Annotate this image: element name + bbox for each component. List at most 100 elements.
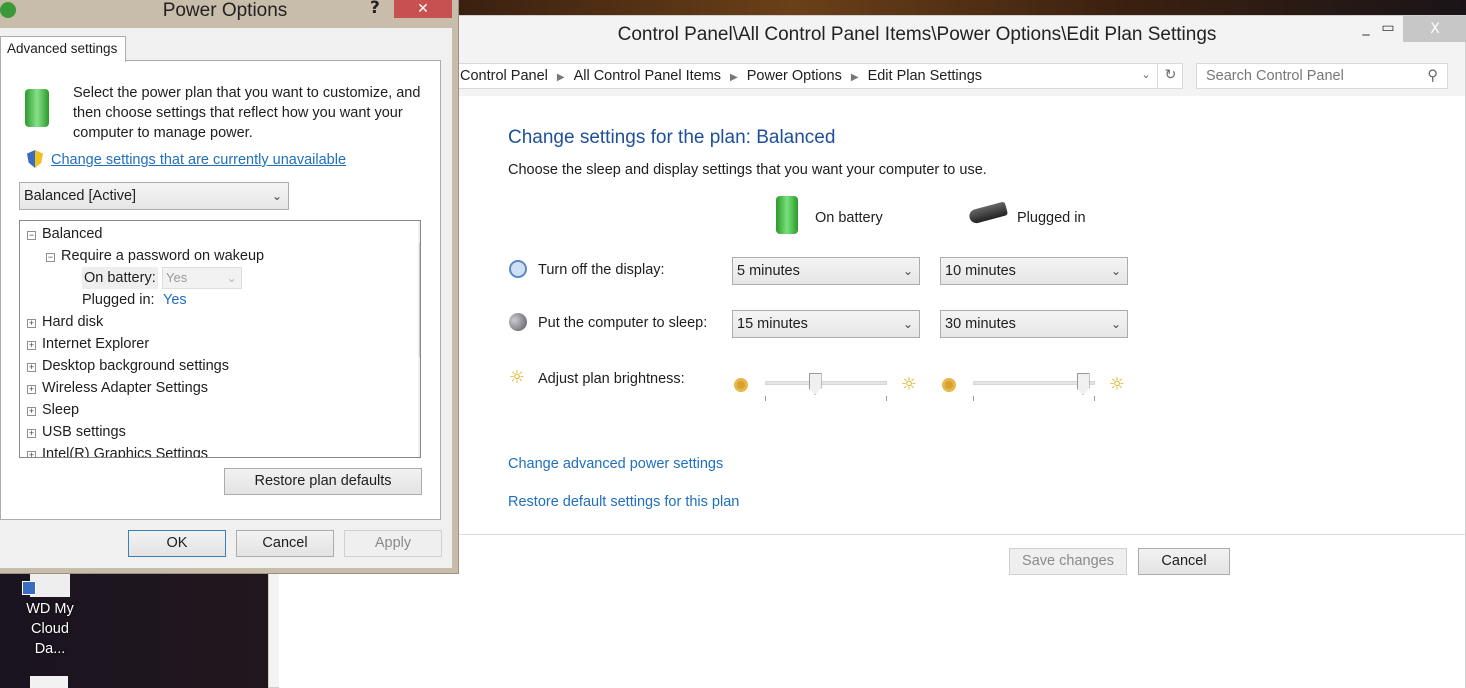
desktop-icon-label: WD My Cloud Da... xyxy=(26,601,74,657)
expand-icon[interactable]: + xyxy=(27,451,36,457)
scroll-up-icon[interactable]: ︿ xyxy=(419,223,420,239)
chevron-down-icon: ⌄ xyxy=(1110,317,1121,331)
selected-value: 30 minutes xyxy=(945,316,1016,332)
expand-icon[interactable]: + xyxy=(27,341,36,350)
file-icon[interactable] xyxy=(30,676,68,688)
ok-button[interactable]: OK xyxy=(128,530,226,557)
slider-tick xyxy=(1094,396,1095,401)
on-battery-select: Yes ⌄ xyxy=(162,267,242,289)
bright-brightness-icon: ☼ xyxy=(1108,374,1126,395)
sleep-label: Put the computer to sleep: xyxy=(538,315,708,331)
expand-icon[interactable]: + xyxy=(27,363,36,372)
tree-node-balanced[interactable]: − Balanced xyxy=(27,223,102,245)
collapse-icon[interactable]: − xyxy=(46,253,55,262)
apply-button[interactable]: Apply xyxy=(344,530,442,557)
cancel-button[interactable]: Cancel xyxy=(236,530,334,557)
chevron-down-icon: ⌄ xyxy=(902,264,913,278)
chevron-down-icon: ⌄ xyxy=(902,317,913,331)
selected-value: 10 minutes xyxy=(945,263,1016,279)
tree-node-password[interactable]: − Require a password on wakeup xyxy=(46,245,264,267)
help-button[interactable]: ? xyxy=(370,0,380,18)
tree-node[interactable]: + Desktop background settings xyxy=(27,355,229,377)
search-placeholder: Search Control Panel xyxy=(1206,68,1344,84)
slider-thumb[interactable] xyxy=(808,373,822,395)
slider-track xyxy=(765,381,887,385)
tree-label: Internet Explorer xyxy=(42,336,150,352)
column-header-battery: On battery xyxy=(815,210,883,226)
save-changes-button[interactable]: Save changes xyxy=(1009,548,1127,575)
collapse-icon[interactable]: − xyxy=(27,231,36,240)
chevron-right-icon: ▶ xyxy=(556,72,565,83)
search-icon[interactable]: ⚲ xyxy=(1427,64,1438,88)
brightness-battery-slider[interactable] xyxy=(765,373,887,406)
restore-plan-defaults-button[interactable]: Restore plan defaults xyxy=(224,468,422,495)
plugged-in-label: Plugged in: xyxy=(82,292,155,308)
expand-icon[interactable]: + xyxy=(27,319,36,328)
chevron-down-icon[interactable]: ⌄ xyxy=(1135,63,1157,89)
sleep-moon-icon xyxy=(509,313,527,331)
tree-label: Sleep xyxy=(42,402,80,418)
scrollbar-thumb[interactable] xyxy=(419,243,420,357)
maximize-button[interactable]: ▭ xyxy=(1373,20,1403,42)
tree-node[interactable]: + Wireless Adapter Settings xyxy=(27,377,208,399)
cancel-button[interactable]: Cancel xyxy=(1138,548,1230,575)
desktop-shortcut[interactable]: WD My Cloud Da... xyxy=(14,573,86,659)
tab-advanced-settings[interactable]: Advanced settings xyxy=(0,36,126,62)
search-input[interactable]: Search Control Panel ⚲ xyxy=(1196,63,1448,89)
brightness-plugged-slider[interactable] xyxy=(973,373,1095,406)
tree-node[interactable]: + Intel(R) Graphics Settings xyxy=(27,443,209,458)
slider-tick xyxy=(886,396,887,401)
tree-node[interactable]: + Sleep xyxy=(27,399,79,421)
chevron-right-icon: ▶ xyxy=(730,72,738,83)
dim-brightness-icon xyxy=(734,378,748,392)
refresh-icon[interactable]: ↻ xyxy=(1157,63,1183,89)
battery-icon xyxy=(776,196,798,234)
tree-node[interactable]: + Internet Explorer xyxy=(27,333,149,355)
slider-tick xyxy=(765,396,766,401)
slider-tick xyxy=(973,396,974,401)
settings-tree[interactable]: − Balanced − Require a password on wakeup … xyxy=(19,220,421,458)
tree-label: Wireless Adapter Settings xyxy=(42,380,209,396)
page-subtitle: Choose the sleep and display settings th… xyxy=(508,162,987,178)
scroll-down-icon[interactable]: ﹀ xyxy=(419,437,420,453)
column-header-plugged: Plugged in xyxy=(1017,210,1086,226)
tree-label: USB settings xyxy=(42,424,126,440)
breadcrumb-item[interactable]: Power Options xyxy=(747,68,842,84)
intro-text: Select the power plan that you want to c… xyxy=(73,85,421,141)
selected-value: 15 minutes xyxy=(737,316,808,332)
tree-label: Hard disk xyxy=(42,314,104,330)
plugged-in-value[interactable]: Yes xyxy=(163,289,187,311)
slider-thumb[interactable] xyxy=(1076,373,1090,395)
tree-node[interactable]: + USB settings xyxy=(27,421,126,443)
sleep-battery-select[interactable]: 15 minutes ⌄ xyxy=(732,310,920,338)
expand-icon[interactable]: + xyxy=(27,429,36,438)
expand-icon[interactable]: + xyxy=(27,385,36,394)
plug-icon xyxy=(967,201,1009,225)
tree-node[interactable]: + Hard disk xyxy=(27,311,103,333)
breadcrumb-item[interactable]: Control Panel xyxy=(460,68,548,84)
display-battery-select[interactable]: 5 minutes ⌄ xyxy=(732,257,920,285)
address-bar[interactable]: Control Panel ▶ All Control Panel Items ▶ Po… xyxy=(449,63,1183,89)
tree-label: Require a password on wakeup xyxy=(61,248,265,264)
display-clock-icon xyxy=(509,260,527,278)
selected-value: Yes xyxy=(166,270,188,285)
close-button[interactable]: X xyxy=(1403,16,1466,42)
plan-select[interactable]: Balanced [Active] ⌄ xyxy=(19,182,289,210)
desktop-wallpaper xyxy=(458,0,1466,15)
tree-label: Intel(R) Graphics Settings xyxy=(42,446,209,458)
expand-icon[interactable]: + xyxy=(27,407,36,416)
breadcrumb-item[interactable]: Edit Plan Settings xyxy=(868,68,982,84)
brightness-label: Adjust plan brightness: xyxy=(538,371,685,387)
advanced-settings-link[interactable]: Change advanced power settings xyxy=(508,456,723,472)
restore-defaults-link[interactable]: Restore default settings for this plan xyxy=(508,494,739,510)
breadcrumb-item[interactable]: All Control Panel Items xyxy=(574,68,721,84)
uac-shield-icon xyxy=(27,150,43,168)
tree-label: Balanced xyxy=(42,226,103,242)
display-plugged-select[interactable]: 10 minutes ⌄ xyxy=(940,257,1128,285)
display-label: Turn off the display: xyxy=(538,262,665,278)
close-button[interactable]: ✕ xyxy=(394,0,452,18)
bright-brightness-icon: ☼ xyxy=(900,374,918,395)
change-unavailable-settings-link[interactable]: Change settings that are currently unava… xyxy=(51,152,346,168)
sleep-plugged-select[interactable]: 30 minutes ⌄ xyxy=(940,310,1128,338)
power-options-dialog: Power Options ? ✕ Advanced settings Sele… xyxy=(0,0,459,574)
